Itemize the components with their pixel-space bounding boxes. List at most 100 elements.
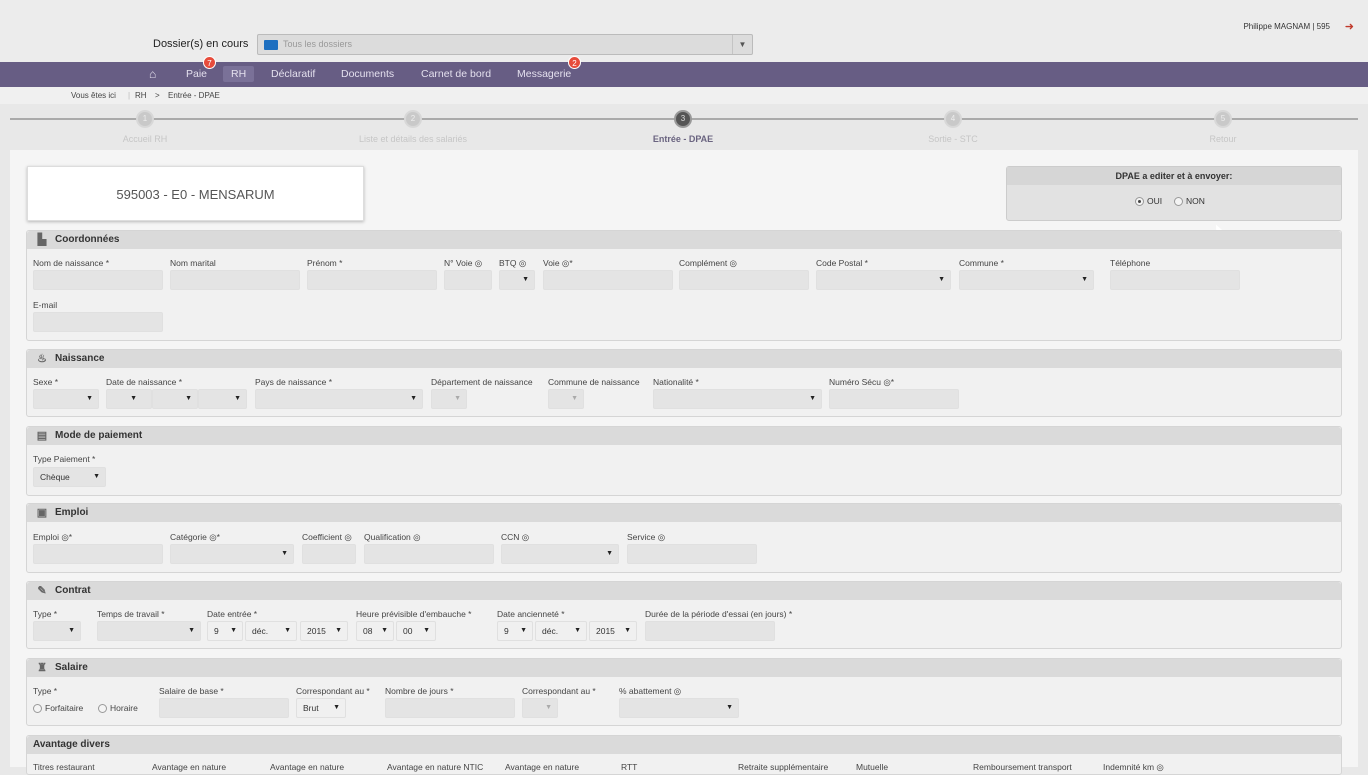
label-correspondant: Correspondant au * <box>296 686 370 696</box>
secu-input[interactable] <box>829 389 959 409</box>
step-5-dot[interactable]: 5 <box>1214 110 1232 128</box>
duree-essai-input[interactable] <box>645 621 775 641</box>
nom-naissance-input[interactable] <box>33 270 163 290</box>
voie-input[interactable] <box>543 270 673 290</box>
step-2-label[interactable]: Liste et détails des salariés <box>359 134 467 144</box>
sexe-select[interactable]: ▼ <box>33 389 99 409</box>
label-abattement: % abattement ◎ <box>619 686 682 696</box>
dpae-non[interactable]: NON <box>1174 196 1205 207</box>
step-3-label[interactable]: Entrée - DPAE <box>653 134 713 144</box>
step-3-dot[interactable]: 3 <box>674 110 692 128</box>
correspondant-select[interactable]: Brut ▼ <box>296 698 346 718</box>
label-code-postal: Code Postal * <box>816 258 868 268</box>
birth-month-select[interactable]: ▼ <box>152 389 198 409</box>
departement-select[interactable]: ▼ <box>431 389 467 409</box>
heure-mm-select[interactable]: 00 ▼ <box>396 621 436 641</box>
categorie-select[interactable]: ▼ <box>170 544 294 564</box>
correspondant-2-select[interactable]: ▼ <box>522 698 558 718</box>
messagerie-badge: 2 <box>568 56 581 69</box>
anc-year-select[interactable]: 2015 ▼ <box>589 621 637 641</box>
label-qualification: Qualification ◎ <box>364 532 421 542</box>
chevron-down-icon[interactable]: ▼ <box>732 35 752 54</box>
step-1-dot[interactable]: 1 <box>136 110 154 128</box>
temps-travail-select[interactable]: ▼ <box>97 621 201 641</box>
telephone-input[interactable] <box>1110 270 1240 290</box>
label-emploi: Emploi ◎* <box>33 532 73 542</box>
btq-select[interactable]: ▼ <box>499 270 535 290</box>
radio-icon[interactable] <box>33 704 42 714</box>
label-temps-travail: Temps de travail * <box>97 609 165 619</box>
step-1-label[interactable]: Accueil RH <box>123 134 168 144</box>
nav-messagerie[interactable]: Messagerie <box>517 68 571 80</box>
service-input[interactable] <box>627 544 757 564</box>
coefficient-input[interactable] <box>302 544 356 564</box>
type-contrat-select[interactable]: ▼ <box>33 621 81 641</box>
radio-icon[interactable] <box>98 704 107 714</box>
anc-day-select[interactable]: 9 ▼ <box>497 621 533 641</box>
emploi-input[interactable] <box>33 544 163 564</box>
nav-rh[interactable]: RH <box>223 66 255 82</box>
section-emploi: ▣ Emploi Emploi ◎* Catégorie ◎* ▼ Coeffic… <box>26 503 1342 573</box>
entree-month-select[interactable]: déc. ▼ <box>245 621 297 641</box>
commune-naissance-select[interactable]: ▼ <box>548 389 584 409</box>
step-2-dot[interactable]: 2 <box>404 110 422 128</box>
qualification-input[interactable] <box>364 544 494 564</box>
salaire-base-input[interactable] <box>159 698 289 718</box>
section-title: Coordonnées <box>55 234 120 245</box>
radio-horaire[interactable]: Horaire <box>98 703 138 714</box>
pays-select[interactable]: ▼ <box>255 389 423 409</box>
label-voie: Voie ◎* <box>543 258 573 268</box>
nombre-jours-input[interactable] <box>385 698 515 718</box>
anc-month-select[interactable]: déc. ▼ <box>535 621 587 641</box>
breadcrumb-current: Entrée - DPAE <box>168 91 220 100</box>
commune-select[interactable]: ▼ <box>959 270 1094 290</box>
step-4-dot[interactable]: 4 <box>944 110 962 128</box>
prenom-input[interactable] <box>307 270 437 290</box>
heure-hh-select[interactable]: 08 ▼ <box>356 621 394 641</box>
briefcase-icon: ▣ <box>36 507 48 519</box>
entree-year-select[interactable]: 2015 ▼ <box>300 621 348 641</box>
company-name: 595003 - E0 - MENSARUM <box>116 187 275 202</box>
label-nom-naissance: Nom de naissance * <box>33 258 110 268</box>
label-avantage-nature-2: Avantage en nature <box>270 762 345 772</box>
nav-carnet[interactable]: Carnet de bord <box>421 68 491 80</box>
home-icon[interactable]: ⌂ <box>149 67 156 81</box>
label-duree-essai: Durée de la période d'essai (en jours) * <box>645 609 793 619</box>
anc-day-value: 9 <box>504 626 509 636</box>
pen-icon: ✎ <box>37 585 47 597</box>
folder-icon <box>264 40 278 50</box>
nav-paie[interactable]: Paie <box>186 68 207 80</box>
nvoie-input[interactable] <box>444 270 492 290</box>
nationalite-select[interactable]: ▼ <box>653 389 822 409</box>
abattement-select[interactable]: ▼ <box>619 698 739 718</box>
heure-mm-value: 00 <box>403 626 413 636</box>
radio-forfaitaire[interactable]: Forfaitaire <box>33 703 83 714</box>
complement-input[interactable] <box>679 270 809 290</box>
birth-day-select[interactable]: ▼ <box>106 389 152 409</box>
type-paiement-select[interactable]: Chèque ▼ <box>33 467 106 487</box>
dpae-oui[interactable]: OUI <box>1135 196 1162 207</box>
label-nvoie: N° Voie ◎ <box>444 258 483 268</box>
ccn-select[interactable]: ▼ <box>501 544 619 564</box>
code-postal-select[interactable]: ▼ <box>816 270 951 290</box>
label-heure-embauche: Heure prévisible d'embauche * <box>356 609 472 619</box>
nom-marital-input[interactable] <box>170 270 300 290</box>
dossier-select[interactable]: Tous les dossiers ▼ <box>257 34 753 55</box>
radio-icon[interactable] <box>1174 197 1183 207</box>
label-type-salaire: Type * <box>33 686 58 696</box>
dpae-title: DPAE a editer et à envoyer: <box>1007 167 1341 185</box>
birth-year-select[interactable]: ▼ <box>198 389 247 409</box>
label-ccn: CCN ◎ <box>501 532 530 542</box>
nav-documents[interactable]: Documents <box>341 68 394 80</box>
radio-icon[interactable] <box>1135 197 1144 207</box>
type-paiement-value: Chèque <box>40 472 70 482</box>
label-avantage-nature-3: Avantage en nature <box>505 762 580 772</box>
step-5-label[interactable]: Retour <box>1209 134 1236 144</box>
step-4-label[interactable]: Sortie - STC <box>928 134 978 144</box>
breadcrumb-rh[interactable]: RH <box>135 91 147 100</box>
email-input[interactable] <box>33 312 163 332</box>
nav-declaratif[interactable]: Déclaratif <box>271 68 315 80</box>
entree-day-select[interactable]: 9 ▼ <box>207 621 243 641</box>
logout-icon[interactable]: ➜ <box>1345 20 1354 33</box>
dpae-non-label: NON <box>1186 196 1205 206</box>
